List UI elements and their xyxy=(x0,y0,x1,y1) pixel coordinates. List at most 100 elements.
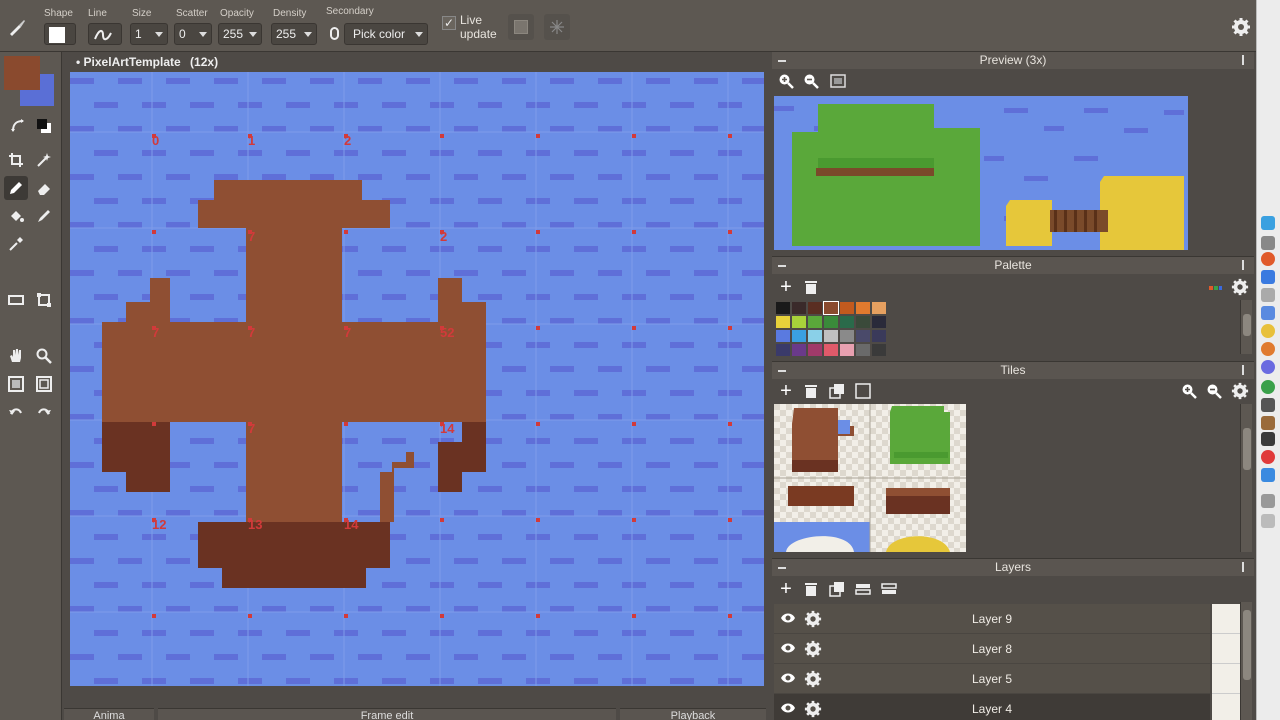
app-icon[interactable] xyxy=(1261,432,1275,446)
palette-swatch[interactable] xyxy=(872,330,886,342)
palette-swatch[interactable] xyxy=(856,344,870,356)
add-tile-icon[interactable]: + xyxy=(775,380,797,402)
undo-icon[interactable] xyxy=(4,400,28,424)
palette-swatch[interactable] xyxy=(872,344,886,356)
app-icon[interactable] xyxy=(1261,216,1275,230)
tab-playback[interactable]: Playback xyxy=(620,708,766,720)
eraser-icon[interactable] xyxy=(32,176,56,200)
rectangle-select-icon[interactable] xyxy=(4,288,28,312)
eyedropper-icon[interactable] xyxy=(4,232,28,256)
palette-tools-icon[interactable] xyxy=(1204,277,1226,299)
smudge-icon[interactable] xyxy=(32,204,56,228)
primary-color-swatch[interactable] xyxy=(4,56,40,90)
tab-anima[interactable]: Anima xyxy=(64,708,154,720)
palette-swatch[interactable] xyxy=(823,301,839,315)
tile-frame-icon[interactable] xyxy=(852,380,874,402)
tiles-settings-gear-icon[interactable] xyxy=(1229,380,1251,402)
duplicate-tile-icon[interactable] xyxy=(826,380,848,402)
pin-icon[interactable] xyxy=(1242,562,1248,572)
app-icon[interactable] xyxy=(1261,324,1275,338)
settings-gear-icon[interactable] xyxy=(1228,14,1254,40)
pin-icon[interactable] xyxy=(1242,55,1248,65)
collapse-icon[interactable] xyxy=(778,265,786,267)
transform-icon[interactable] xyxy=(32,288,56,312)
app-icon[interactable] xyxy=(1261,342,1275,356)
app-icon[interactable] xyxy=(1261,380,1275,394)
app-icon[interactable] xyxy=(1261,416,1275,430)
delete-palette-icon[interactable] xyxy=(800,276,822,298)
app-icon[interactable] xyxy=(1261,468,1275,482)
zoom-tool-icon[interactable] xyxy=(32,344,56,368)
preview-canvas[interactable] xyxy=(774,96,1188,250)
frame-icon[interactable] xyxy=(508,14,534,40)
tiles-scrollbar[interactable] xyxy=(1240,404,1252,552)
redo-icon[interactable] xyxy=(32,400,56,424)
duplicate-layer-icon[interactable] xyxy=(826,578,848,600)
palette-swatch[interactable] xyxy=(840,330,854,342)
pin-icon[interactable] xyxy=(1242,365,1248,375)
palette-swatch[interactable] xyxy=(792,344,806,356)
reset-colors-icon[interactable] xyxy=(32,114,56,138)
palette-swatch[interactable] xyxy=(792,316,806,328)
app-icon[interactable] xyxy=(1261,514,1275,528)
tab-frame-edit[interactable]: Frame edit xyxy=(158,708,616,720)
app-icon[interactable] xyxy=(1261,270,1275,284)
pick-color-select[interactable]: Pick color xyxy=(344,23,428,45)
brush-tool-icon[interactable] xyxy=(4,14,30,40)
palette-swatch[interactable] xyxy=(840,302,854,314)
app-icon[interactable] xyxy=(1261,450,1275,464)
palette-swatch[interactable] xyxy=(824,330,838,342)
tiles-zoom-in-icon[interactable] xyxy=(1178,380,1200,402)
tileset-grid[interactable] xyxy=(774,404,966,552)
add-palette-icon[interactable]: + xyxy=(775,276,797,298)
layer-row[interactable]: Layer 8 xyxy=(774,634,1210,664)
palette-swatch[interactable] xyxy=(808,316,822,328)
palette-swatch[interactable] xyxy=(792,330,806,342)
layers-scrollbar[interactable] xyxy=(1240,602,1252,720)
palette-swatch[interactable] xyxy=(840,344,854,356)
palette-swatch[interactable] xyxy=(776,302,790,314)
app-icon[interactable] xyxy=(1261,252,1275,266)
palette-settings-gear-icon[interactable] xyxy=(1229,276,1251,298)
palette-scrollbar[interactable] xyxy=(1240,300,1252,354)
palette-swatch[interactable] xyxy=(776,316,790,328)
fullscreen-icon[interactable] xyxy=(32,372,56,396)
zoom-in-icon[interactable] xyxy=(775,70,797,92)
delete-layer-icon[interactable] xyxy=(800,578,822,600)
canvas-drawing[interactable]: 01272777522714121314 xyxy=(70,72,764,686)
palette-swatch[interactable] xyxy=(776,344,790,356)
size-select[interactable]: 1 xyxy=(130,23,168,45)
palette-swatch[interactable] xyxy=(824,316,838,328)
collapse-icon[interactable] xyxy=(778,370,786,372)
pin-icon[interactable] xyxy=(1242,260,1248,270)
live-update-checkbox[interactable]: ✓ xyxy=(442,16,456,30)
app-icon[interactable] xyxy=(1261,236,1275,250)
crop-icon[interactable] xyxy=(4,148,28,172)
palette-swatch[interactable] xyxy=(776,330,790,342)
fill-bucket-icon[interactable] xyxy=(4,204,28,228)
layer-row[interactable]: Layer 4 xyxy=(774,694,1210,720)
frame-view-icon[interactable] xyxy=(827,70,849,92)
collapse-icon[interactable] xyxy=(778,567,786,569)
add-layer-icon[interactable]: + xyxy=(775,578,797,600)
tiles-zoom-out-icon[interactable] xyxy=(1203,380,1225,402)
app-icon[interactable] xyxy=(1261,494,1275,508)
palette-swatch[interactable] xyxy=(808,344,822,356)
palette-swatch[interactable] xyxy=(856,302,870,314)
layer-row[interactable]: Layer 5 xyxy=(774,664,1210,694)
palette-swatch[interactable] xyxy=(824,344,838,356)
density-select[interactable]: 255 xyxy=(271,23,317,45)
swap-colors-icon[interactable] xyxy=(6,114,30,138)
palette-swatch[interactable] xyxy=(856,330,870,342)
palette-swatch[interactable] xyxy=(808,330,822,342)
merge-up-icon[interactable] xyxy=(852,578,874,600)
opacity-select[interactable]: 255 xyxy=(218,23,262,45)
shape-selector[interactable] xyxy=(44,23,76,45)
grid-view-icon[interactable] xyxy=(4,372,28,396)
palette-swatch[interactable] xyxy=(840,316,854,328)
delete-tile-icon[interactable] xyxy=(800,380,822,402)
sparkle-icon[interactable] xyxy=(544,14,570,40)
zoom-out-icon[interactable] xyxy=(800,70,822,92)
palette-swatch[interactable] xyxy=(856,316,870,328)
app-icon[interactable] xyxy=(1261,306,1275,320)
